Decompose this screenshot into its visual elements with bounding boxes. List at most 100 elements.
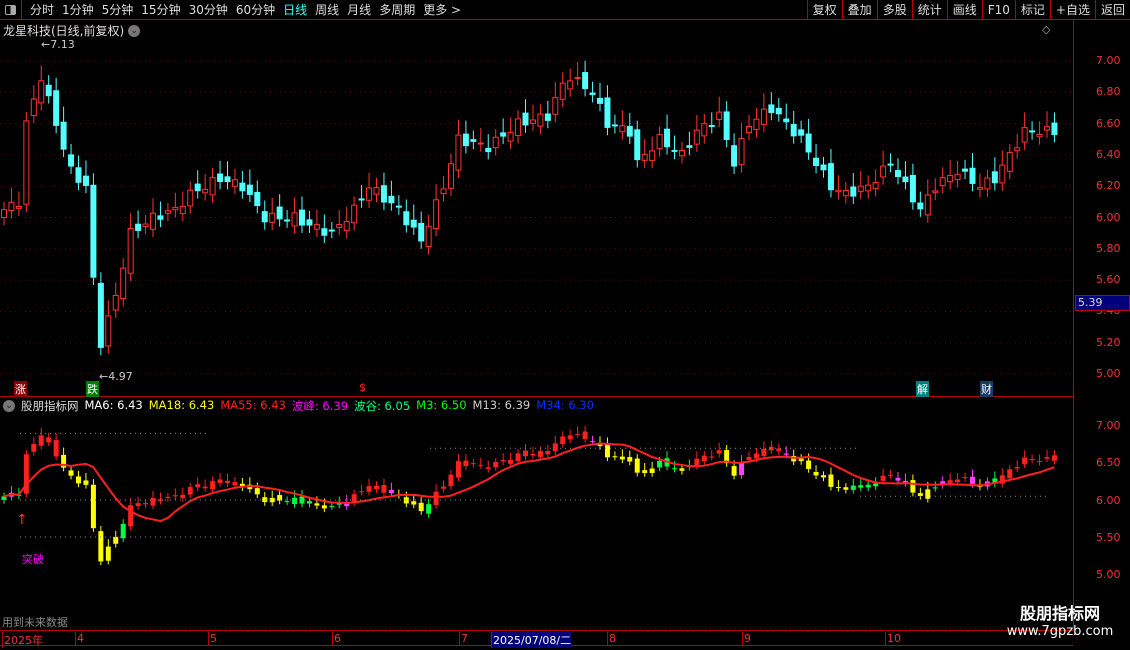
- date-label: 7: [459, 632, 468, 645]
- kline-chart[interactable]: [0, 0, 1073, 630]
- candle: [105, 315, 112, 347]
- candle: [544, 113, 551, 121]
- candle: [135, 223, 142, 231]
- candle: [902, 176, 909, 183]
- price-tick: 6.40: [1096, 147, 1121, 161]
- indicator-bar: [828, 474, 834, 487]
- date-label: 2025年: [2, 632, 43, 648]
- watermark-name: 股朋指标网: [1019, 604, 1100, 623]
- indicator-bar: [970, 476, 975, 484]
- indicator-bar: [679, 468, 685, 471]
- indicator-bar: [947, 480, 953, 484]
- event-tag[interactable]: 跌: [86, 381, 99, 397]
- indicator-bar: [195, 484, 201, 488]
- event-tag[interactable]: 解: [916, 381, 929, 397]
- indicator-bar: [180, 494, 186, 499]
- candle: [574, 77, 581, 80]
- indicator-value: MA18: 6.43: [148, 398, 215, 412]
- candle: [388, 195, 395, 204]
- indicator-bar: [709, 456, 715, 458]
- candle: [924, 194, 931, 216]
- indicator-bar: [716, 450, 722, 454]
- candle: [455, 134, 462, 171]
- chevron-down-icon[interactable]: ⌄: [3, 400, 15, 412]
- candle: [589, 92, 596, 96]
- candle: [969, 167, 976, 184]
- candle: [827, 163, 834, 191]
- event-tag[interactable]: 财: [980, 381, 993, 397]
- candle: [425, 225, 432, 247]
- price-tick: 7.00: [1096, 54, 1121, 67]
- low-value: 4.97: [108, 370, 133, 383]
- indicator-value: MA55: 6.43: [220, 398, 286, 412]
- low-price-label: ←4.97: [99, 370, 133, 383]
- price-tick: 5.60: [1096, 273, 1121, 287]
- candle: [492, 136, 499, 149]
- candle: [507, 131, 514, 142]
- toolbar-button[interactable]: 返回: [1094, 0, 1130, 20]
- candle: [693, 129, 700, 145]
- candle: [686, 145, 693, 148]
- candle: [410, 219, 417, 228]
- indicator-bar: [545, 451, 551, 455]
- indicator-bar: [962, 477, 968, 479]
- indicator-name[interactable]: 股朋指标网: [21, 398, 79, 414]
- candle: [1044, 126, 1050, 131]
- candle: [999, 164, 1006, 184]
- price-tick: 5.80: [1096, 241, 1121, 255]
- date-label[interactable]: 2025/07/08/二: [491, 632, 572, 648]
- candle: [150, 212, 156, 230]
- indicator-bar: [1007, 469, 1013, 479]
- candle: [582, 72, 589, 90]
- indicator-bar: [768, 446, 774, 451]
- event-tag[interactable]: $: [358, 381, 367, 394]
- candle: [336, 224, 343, 228]
- indicator-bar: [850, 485, 856, 490]
- candle: [857, 185, 864, 192]
- indicator-bar: [500, 459, 506, 462]
- indicator-bar: [359, 491, 365, 493]
- candle: [313, 224, 320, 230]
- candle: [15, 206, 22, 209]
- candle: [835, 189, 842, 193]
- candle: [805, 133, 812, 153]
- candle: [1051, 122, 1058, 136]
- candle: [60, 121, 67, 150]
- event-tag[interactable]: 涨: [14, 381, 27, 397]
- candle: [984, 177, 991, 190]
- indicator-bar: [858, 485, 864, 488]
- price-tick: 6.60: [1096, 116, 1121, 130]
- candle: [328, 229, 335, 232]
- candle: [626, 126, 633, 137]
- candle: [306, 219, 313, 226]
- indicator-bar: [217, 479, 223, 483]
- candle: [38, 80, 45, 104]
- candle: [649, 150, 656, 161]
- candle: [179, 205, 186, 215]
- indicator-bar: [426, 504, 432, 514]
- candle: [500, 132, 507, 137]
- indicator-bar: [441, 486, 447, 489]
- candle: [760, 108, 767, 125]
- price-tick: 5.20: [1096, 335, 1121, 349]
- indicator-bar: [806, 460, 812, 470]
- indicator-bar: [232, 482, 238, 486]
- high-price-label: ←7.13: [41, 38, 75, 51]
- indicator-bar: [463, 460, 469, 467]
- indicator-tick: 7.00: [1096, 419, 1121, 432]
- candle: [284, 219, 291, 222]
- indicator-bar: [672, 468, 677, 470]
- candle: [142, 223, 149, 227]
- indicator-tick: 6.00: [1096, 493, 1121, 507]
- candle: [403, 211, 410, 226]
- indicator-bar: [321, 505, 327, 509]
- indicator-bar: [135, 503, 141, 507]
- indicator-bar: [254, 488, 260, 495]
- candle: [224, 176, 231, 183]
- up-arrow-icon: ↑: [16, 512, 28, 528]
- indicator-value: 波谷: 6.05: [354, 399, 411, 413]
- indicator-value: M34: 6.30: [536, 398, 594, 412]
- indicator-bar: [917, 493, 923, 496]
- indicator-value: M13: 6.39: [472, 398, 531, 412]
- watermark-url: www.7gpzb.com: [1006, 624, 1114, 639]
